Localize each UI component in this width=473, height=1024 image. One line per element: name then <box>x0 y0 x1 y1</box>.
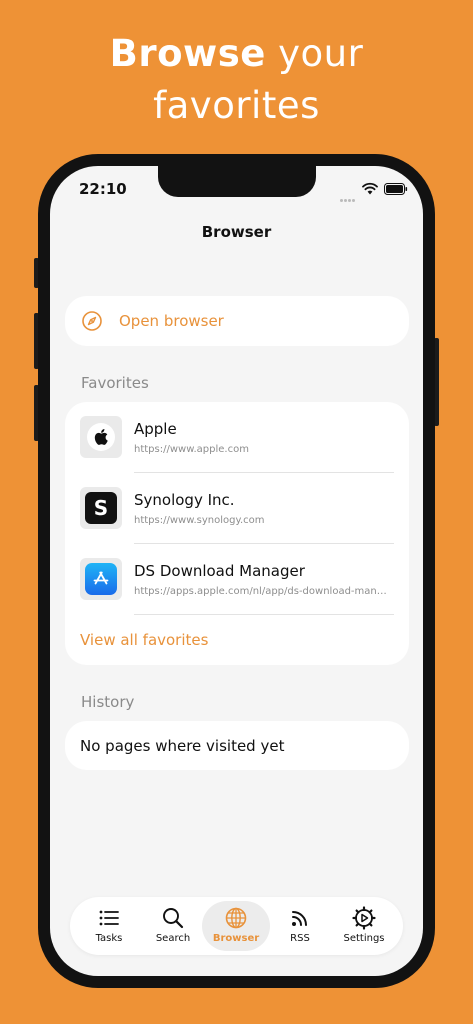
globe-icon <box>225 907 247 929</box>
favorite-name: DS Download Manager <box>134 562 305 580</box>
favorite-item-synology[interactable]: S Synology Inc. https://www.synology.com <box>65 473 409 544</box>
battery-icon <box>384 183 408 195</box>
tab-search[interactable]: Search <box>139 901 207 951</box>
favorite-item-apple[interactable]: Apple https://www.apple.com <box>65 402 409 473</box>
open-browser-label: Open browser <box>119 312 224 330</box>
favorites-header: Favorites <box>81 374 149 392</box>
divider <box>134 614 394 615</box>
promo-headline-rest: your <box>278 32 364 75</box>
promo-headline-line2: favorites <box>153 84 320 127</box>
phone-frame: 22:10 Browser Open browser Favorites App… <box>38 154 435 988</box>
favorite-icon-tile: S <box>80 487 122 529</box>
synology-s-icon: S <box>85 492 117 524</box>
favorite-url: https://www.synology.com <box>134 515 265 526</box>
tab-label: Search <box>155 933 191 944</box>
tab-label: Browser <box>212 933 260 944</box>
history-header: History <box>81 693 135 711</box>
cellular-signal-icon <box>340 187 356 206</box>
favorite-name: Synology Inc. <box>134 491 235 509</box>
status-time: 22:10 <box>79 180 127 198</box>
tab-browser[interactable]: Browser <box>202 901 270 951</box>
tab-bar: Tasks Search Browser RSS Settings <box>70 897 403 955</box>
app-store-icon <box>85 563 117 595</box>
open-browser-button[interactable]: Open browser <box>65 296 409 346</box>
promo-headline-bold: Browse <box>109 32 266 75</box>
history-empty-text: No pages where visited yet <box>80 737 285 755</box>
tab-label: Settings <box>343 933 385 944</box>
promo-headline-line1: Browse your <box>0 28 473 80</box>
favorite-name: Apple <box>134 420 177 438</box>
phone-screen: 22:10 Browser Open browser Favorites App… <box>50 166 423 976</box>
gear-icon <box>352 906 376 930</box>
status-indicators <box>340 182 410 202</box>
promo-headline: Browse your favorites <box>0 28 473 132</box>
apple-logo-icon <box>87 423 115 451</box>
favorites-card: Apple https://www.apple.com S Synology I… <box>65 402 409 665</box>
history-card: No pages where visited yet <box>65 721 409 770</box>
tab-rss[interactable]: RSS <box>266 901 334 951</box>
tab-label: Tasks <box>95 933 123 944</box>
magnifier-icon <box>163 908 184 929</box>
phone-notch <box>158 166 316 197</box>
favorite-icon-tile <box>80 416 122 458</box>
rss-icon <box>292 911 307 926</box>
favorite-url: https://www.apple.com <box>134 444 249 455</box>
wifi-icon <box>362 182 378 195</box>
tab-settings[interactable]: Settings <box>330 901 398 951</box>
page-title: Browser <box>201 223 272 241</box>
favorite-item-ds-download-manager[interactable]: DS Download Manager https://apps.apple.c… <box>65 544 409 615</box>
tab-label: RSS <box>290 933 310 944</box>
tab-tasks[interactable]: Tasks <box>75 901 143 951</box>
view-all-favorites-link[interactable]: View all favorites <box>80 631 208 649</box>
favorite-icon-tile <box>80 558 122 600</box>
compass-icon <box>82 311 102 331</box>
list-icon <box>99 910 119 926</box>
favorite-url: https://apps.apple.com/nl/app/ds-downloa… <box>134 586 392 597</box>
